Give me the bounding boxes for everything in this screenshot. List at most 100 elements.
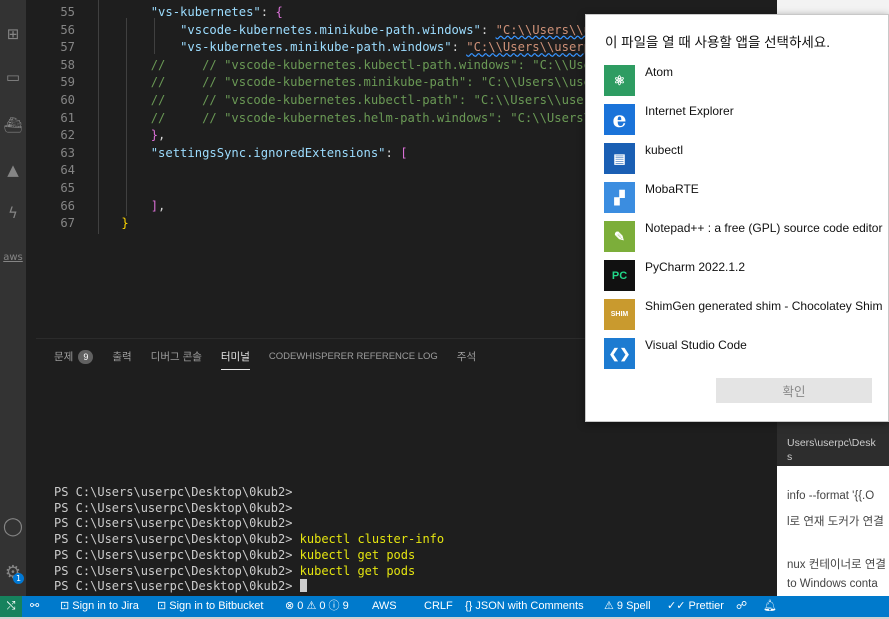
app-item[interactable]: ▞ MobaRTE <box>604 182 888 214</box>
tab-label: 출력 <box>112 351 132 363</box>
token: "vscode-kubernetes.minikube-path.windows… <box>180 22 481 37</box>
jira-sign-in-item[interactable]: ⊡ Sign in to Jira <box>60 596 139 617</box>
code-text: // // "vscode-kubernetes.kubectl-path.wi… <box>92 56 585 74</box>
token: : <box>260 5 276 19</box>
code-line: 66 ], <box>36 197 585 215</box>
app-name: Internet Explorer <box>645 104 734 118</box>
token: // // "vscode-kubernetes.kubectl-path.wi… <box>150 57 585 72</box>
remote-explorer-icon[interactable]: ▭ <box>0 65 26 89</box>
open-with-dialog: 이 파일을 열 때 사용할 앱을 선택하세요. ⚛ Atom e Internet E… <box>585 14 889 422</box>
app-item[interactable]: ▤ kubectl <box>604 143 888 175</box>
terminal-prompt: PS C:\Users\userpc\Desktop\0kub2> <box>54 485 300 499</box>
shimgen-icon: SHIM <box>604 299 635 330</box>
token: : <box>480 22 496 37</box>
terminal-line: PS C:\Users\userpc\Desktop\0kub2> <box>54 516 300 532</box>
background-text: l로 연재 도커가 연결 <box>787 516 884 528</box>
code-text: // // "vscode-kubernetes.kubectl-path": … <box>92 91 585 109</box>
line-number: 56 <box>60 22 75 37</box>
terminal-line: PS C:\Users\userpc\Desktop\0kub2> kubect… <box>54 548 415 564</box>
terminal-cursor <box>299 579 307 593</box>
dialog-title: 이 파일을 열 때 사용할 앱을 선택하세요. <box>605 35 830 50</box>
code-line: 56 "vscode-kubernetes.minikube-path.wind… <box>36 21 585 39</box>
token: , <box>158 128 166 143</box>
code-text: }, <box>92 126 166 144</box>
manage-badge: 1 <box>13 573 24 584</box>
code-text: // // "vscode-kubernetes.helm-path.windo… <box>92 109 585 127</box>
line-number: 65 <box>60 181 75 195</box>
account-icon[interactable]: ◯ <box>0 514 26 538</box>
editor[interactable]: 55 "vs-kubernetes": {56 "vscode-kubernet… <box>36 0 585 240</box>
code-line: 57 "vs-kubernetes.minikube-path.windows"… <box>36 38 585 56</box>
status-bar: ⤭ ⚯ ⊡ Sign in to Jira ⊡ Sign in to Bitbuck… <box>0 596 889 617</box>
problems-item[interactable]: ⊗ 0 ⚠ 0 ⓘ 9 <box>285 596 349 617</box>
live-share-item[interactable]: ⚯ <box>30 596 39 617</box>
background-text: info --format '{{.O <box>787 490 875 502</box>
terminal-line: PS C:\Users\userpc\Desktop\0kub2> <box>54 485 300 501</box>
code-line: 63 "settingsSync.ignoredExtensions": [ <box>36 144 585 162</box>
bitbucket-sign-in-item[interactable]: ⊡ Sign in to Bitbucket <box>157 596 263 617</box>
app-item[interactable]: SHIM ShimGen generated shim - Chocolatey … <box>604 299 888 331</box>
app-item[interactable]: ⚛ Atom <box>604 65 888 97</box>
mobarte-icon: ▞ <box>604 182 635 213</box>
terminal-command: kubectl get pods <box>299 547 416 562</box>
terminal-command: kubectl get pods <box>299 563 416 578</box>
app-name: Visual Studio Code <box>645 338 747 352</box>
code-text: "vscode-kubernetes.minikube-path.windows… <box>92 21 585 39</box>
code-text: "vs-kubernetes": { <box>92 3 283 21</box>
tab-label: 터미널 <box>220 351 250 363</box>
extensions-icon[interactable]: ⊞ <box>0 22 26 46</box>
token: [ <box>400 145 408 160</box>
terminal-prompt: PS C:\Users\userpc\Desktop\0kub2> <box>54 532 300 547</box>
code-line: 55 "vs-kubernetes": { <box>36 3 585 21</box>
tab-codewhisperer-reference-log[interactable]: CODEWHISPERER REFERENCE LOG <box>269 347 438 367</box>
eol-item[interactable]: CRLF <box>424 596 453 617</box>
kubernetes-icon[interactable]: ▲ <box>0 158 26 182</box>
tab-주석[interactable]: 주석 <box>457 347 476 367</box>
background-text: s <box>787 451 793 463</box>
ok-button[interactable]: 확인 <box>716 378 872 403</box>
app-item[interactable]: ❮❯ Visual Studio Code <box>604 338 888 370</box>
line-number: 60 <box>60 93 75 107</box>
token: : <box>385 145 401 160</box>
app-name: Notepad++ : a free (GPL) source code edi… <box>645 221 883 235</box>
line-number: 63 <box>60 145 75 160</box>
tab-문제[interactable]: 문제 9 <box>54 347 94 367</box>
app-item[interactable]: e Internet Explorer <box>604 104 888 136</box>
language-mode-item[interactable]: {} JSON with Comments <box>465 596 584 617</box>
notifications-item[interactable]: 🔔︎ <box>763 596 777 617</box>
app-name: ShimGen generated shim - Chocolatey Shim <box>645 299 883 313</box>
notepad-plus-plus-icon: ✎ <box>604 221 635 252</box>
aws-icon[interactable]: aws <box>0 245 26 269</box>
token: : <box>451 40 467 55</box>
app-name: kubectl <box>645 143 684 157</box>
tab-디버그-콘솔[interactable]: 디버그 콘솔 <box>151 347 202 367</box>
remote-indicator[interactable]: ⤭ <box>0 596 22 617</box>
token: ] <box>150 198 159 213</box>
token: "vs-kubernetes" <box>150 5 261 19</box>
tab-label: CODEWHISPERER REFERENCE LOG <box>268 351 438 362</box>
manage-icon[interactable]: ⚙ 1 <box>0 560 26 584</box>
tab-출력[interactable]: 출력 <box>112 347 131 367</box>
tab-label: 디버그 콘솔 <box>150 351 202 363</box>
tab-터미널[interactable]: 터미널 <box>220 347 250 370</box>
aws-item[interactable]: AWS <box>372 596 397 617</box>
terminal-line: PS C:\Users\userpc\Desktop\0kub2> kubect… <box>54 564 415 580</box>
background-text: nux 컨테이너로 연결 <box>787 559 886 571</box>
token: // // "vscode-kubernetes.minikube-path":… <box>150 75 585 90</box>
prettier-item[interactable]: ✓✓ Prettier <box>667 596 724 617</box>
token: "settingsSync.ignoredExtensions" <box>150 145 386 160</box>
feedback-item[interactable]: ☍ <box>736 596 747 617</box>
internet-explorer-icon: e <box>604 104 635 135</box>
docker-icon[interactable]: ⛴ <box>0 113 26 137</box>
thunder-icon[interactable]: ϟ <box>0 201 26 225</box>
token: , <box>158 198 166 213</box>
background-text: Users\userpc\Desk <box>787 437 876 449</box>
line-number: 62 <box>60 128 75 143</box>
spell-item[interactable]: ⚠ 9 Spell <box>604 596 651 617</box>
app-item[interactable]: PC PyCharm 2022.1.2 <box>604 260 888 292</box>
app-item[interactable]: ✎ Notepad++ : a free (GPL) source code ed… <box>604 221 888 253</box>
terminal-prompt: PS C:\Users\userpc\Desktop\0kub2> <box>54 563 300 578</box>
line-number: 58 <box>60 57 75 72</box>
token: { <box>275 5 283 19</box>
app-name: MobaRTE <box>645 182 699 196</box>
